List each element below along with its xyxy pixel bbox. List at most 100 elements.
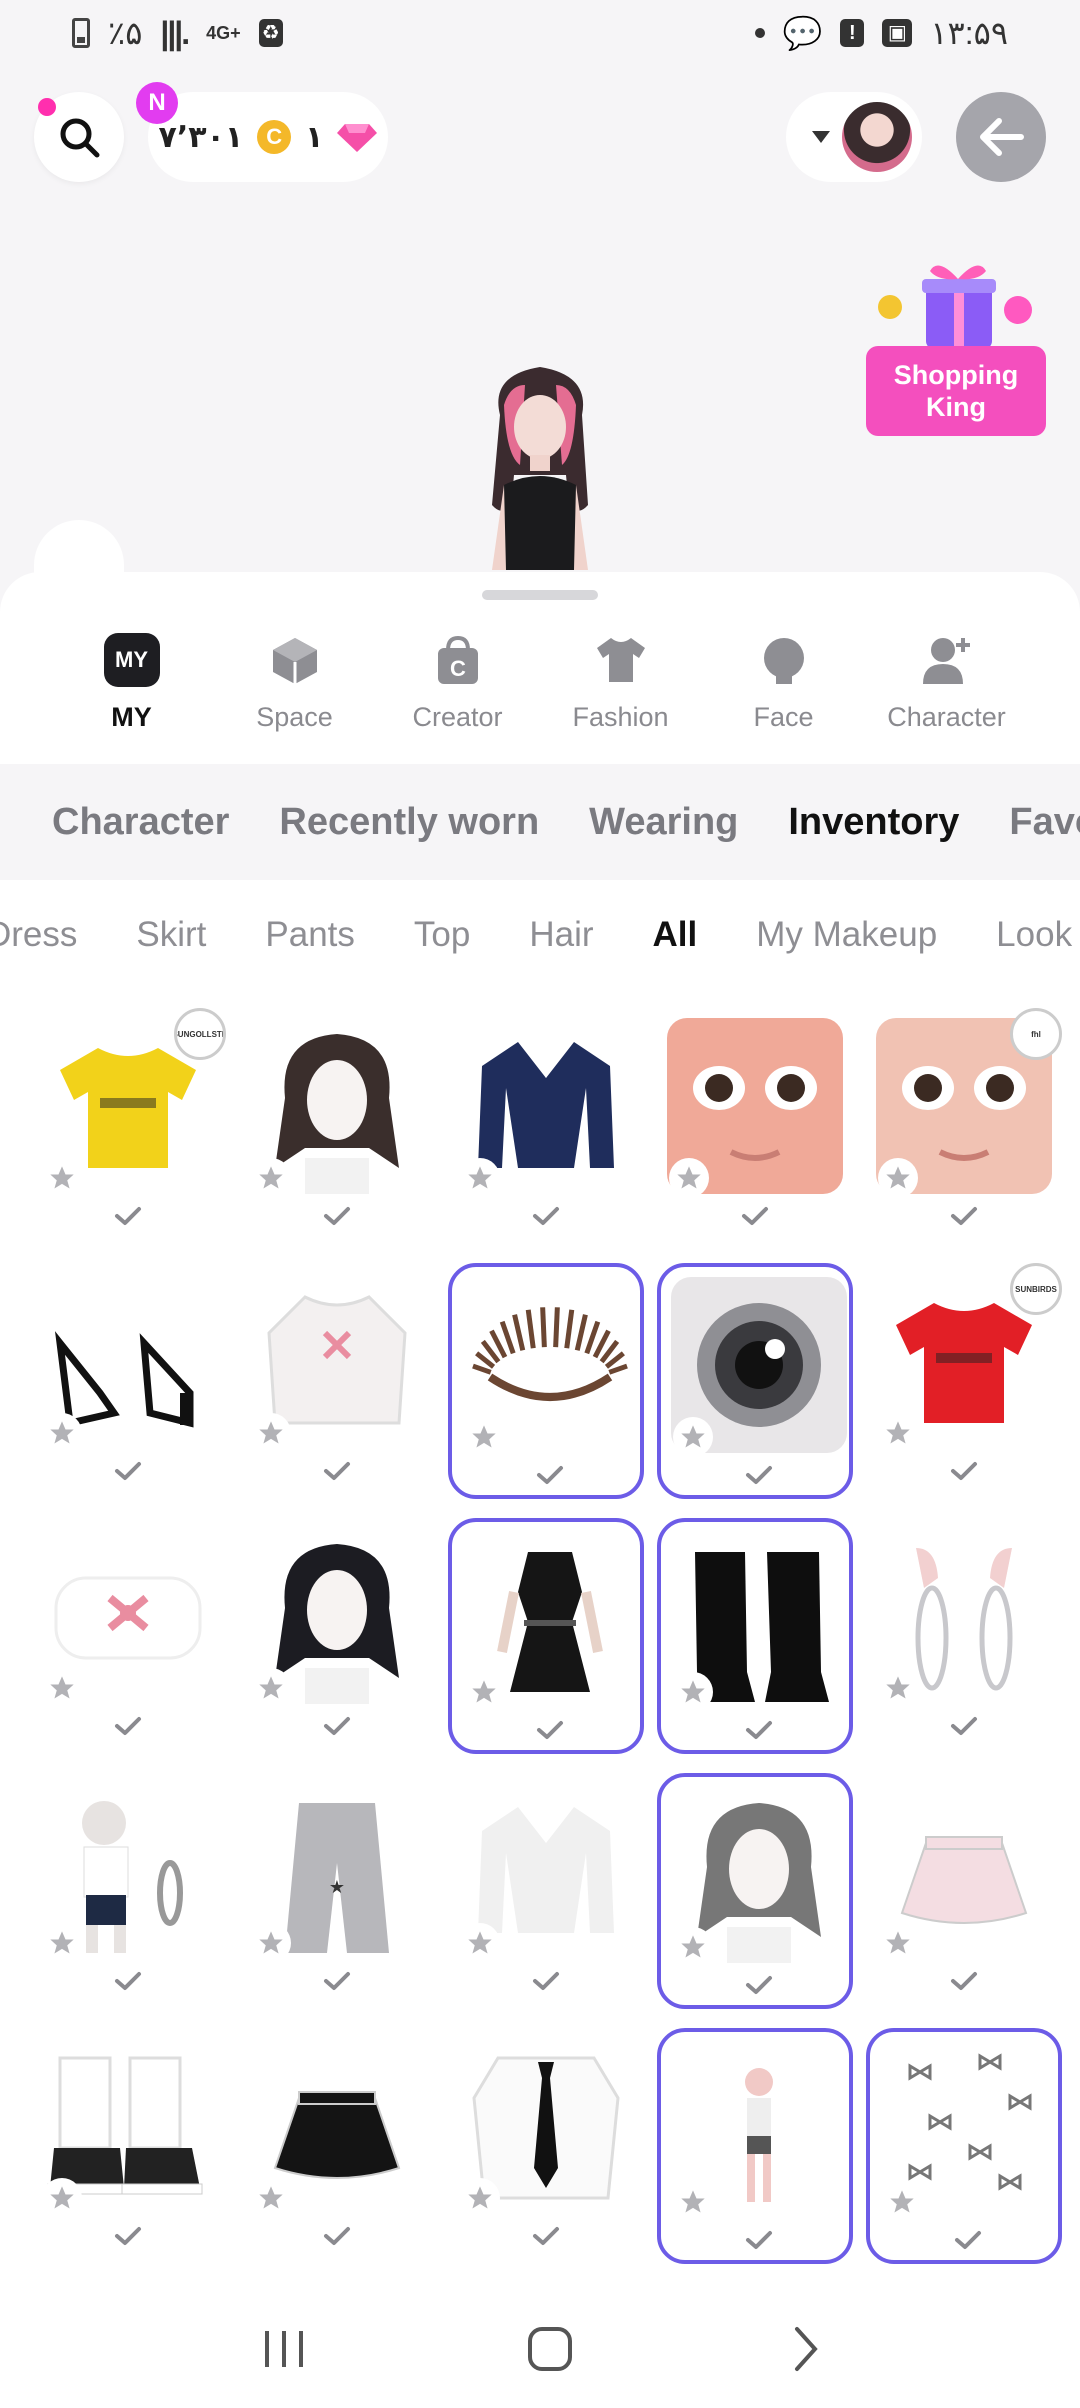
category-top[interactable]: Top	[414, 915, 470, 955]
favorite-star-icon[interactable]	[251, 1158, 291, 1198]
favorite-star-icon[interactable]	[878, 1413, 918, 1453]
checkmark-icon	[323, 1206, 351, 1226]
category-pants[interactable]: Pants	[265, 915, 355, 955]
search-button[interactable]	[34, 92, 124, 182]
favorite-star-icon[interactable]	[669, 1158, 709, 1198]
item-tile[interactable]	[657, 2028, 853, 2264]
cube-icon	[267, 632, 323, 688]
home-icon[interactable]	[526, 2325, 574, 2373]
sheet-handle[interactable]	[482, 590, 598, 600]
person-plus-icon	[919, 632, 975, 688]
favorite-star-icon[interactable]	[460, 1923, 500, 1963]
tab-wearing[interactable]: Wearing	[589, 801, 738, 844]
network-type: 4G+	[206, 23, 241, 43]
arrow-left-icon	[980, 118, 1024, 156]
favorite-star-icon[interactable]	[673, 1927, 713, 1967]
tab-recently-worn[interactable]: Recently worn	[279, 801, 539, 844]
favorite-star-icon[interactable]	[882, 2182, 922, 2222]
avatar-switcher[interactable]	[786, 92, 922, 182]
checkmark-icon	[950, 1971, 978, 1991]
item-tile[interactable]	[448, 1773, 644, 2009]
category-hair[interactable]: Hair	[529, 915, 593, 955]
tab-favorit[interactable]: Favorit	[1009, 801, 1080, 844]
favorite-star-icon[interactable]	[251, 2178, 291, 2218]
nav-item-face[interactable]: Face	[702, 632, 865, 762]
favorite-star-icon[interactable]	[42, 1158, 82, 1198]
nav-label: Creator	[412, 702, 503, 732]
main-nav: MY MY Space C Creator Fashion Face Character	[0, 632, 1080, 762]
item-tile[interactable]	[657, 1773, 853, 2009]
item-tile[interactable]	[30, 2028, 226, 2264]
item-tile[interactable]	[657, 1518, 853, 1754]
item-tile[interactable]	[866, 1518, 1062, 1754]
favorite-star-icon[interactable]	[460, 1158, 500, 1198]
item-tile[interactable]	[30, 1263, 226, 1499]
character-preview[interactable]	[470, 355, 610, 570]
category-all[interactable]: All	[653, 915, 698, 955]
favorite-star-icon[interactable]	[673, 1672, 713, 1712]
nav-item-creator[interactable]: C Creator	[376, 632, 539, 762]
recent-apps-icon[interactable]	[259, 2327, 309, 2371]
item-tile[interactable]: fhl	[866, 1008, 1062, 1244]
favorite-star-icon[interactable]	[42, 1413, 82, 1453]
favorite-star-icon[interactable]	[464, 1417, 504, 1457]
category-look[interactable]: Look	[996, 915, 1072, 955]
shopping-king-button[interactable]: Shopping King	[866, 346, 1046, 436]
checkmark-icon	[532, 1206, 560, 1226]
item-tile[interactable]	[30, 1773, 226, 2009]
item-tile[interactable]	[239, 1008, 435, 1244]
nav-item-my[interactable]: MY MY	[50, 632, 213, 762]
favorite-star-icon[interactable]	[464, 1672, 504, 1712]
category-my-makeup[interactable]: My Makeup	[756, 915, 937, 955]
item-tile[interactable]: SUNGOLLSTH	[30, 1008, 226, 1244]
item-tile[interactable]	[239, 1263, 435, 1499]
favorite-star-icon[interactable]	[878, 1923, 918, 1963]
favorite-star-icon[interactable]	[42, 1668, 82, 1708]
item-tile[interactable]	[866, 1773, 1062, 2009]
bag-c-icon: C	[430, 632, 486, 688]
item-tile[interactable]	[239, 2028, 435, 2264]
back-chevron-icon[interactable]	[791, 2325, 821, 2373]
collapse-handle[interactable]	[34, 520, 124, 580]
tab-inventory[interactable]: Inventory	[788, 801, 959, 844]
favorite-star-icon[interactable]	[251, 1923, 291, 1963]
favorite-star-icon[interactable]	[251, 1413, 291, 1453]
chevron-down-icon	[812, 131, 830, 143]
item-tile[interactable]	[239, 1518, 435, 1754]
favorite-star-icon[interactable]	[673, 2182, 713, 2222]
favorite-star-icon[interactable]	[878, 1158, 918, 1198]
head-icon	[756, 632, 812, 688]
category-skirt[interactable]: Skirt	[136, 915, 206, 955]
item-tile[interactable]	[866, 2028, 1062, 2264]
back-button[interactable]	[956, 92, 1046, 182]
item-tile[interactable]	[30, 1518, 226, 1754]
battery-icon	[72, 18, 90, 48]
item-tile[interactable]	[657, 1008, 853, 1244]
item-tile[interactable]	[448, 1263, 644, 1499]
checkmark-icon	[536, 1465, 564, 1485]
nav-item-character[interactable]: Character	[865, 632, 1028, 762]
favorite-star-icon[interactable]	[42, 2178, 82, 2218]
item-tile[interactable]	[448, 1518, 644, 1754]
nav-item-fashion[interactable]: Fashion	[539, 632, 702, 762]
checkmark-icon	[114, 2226, 142, 2246]
checkmark-icon	[323, 1971, 351, 1991]
favorite-star-icon[interactable]	[251, 1668, 291, 1708]
favorite-star-icon[interactable]	[42, 1923, 82, 1963]
category-dress[interactable]: Dress	[0, 915, 77, 955]
checkmark-icon	[323, 2226, 351, 2246]
item-tile[interactable]	[448, 2028, 644, 2264]
tab-character[interactable]: Character	[52, 801, 229, 844]
favorite-star-icon[interactable]	[673, 1417, 713, 1457]
currency-pill[interactable]: ۷٬۳۰۱ C ۱	[148, 92, 388, 182]
status-bar: ٪۵ |||. 4G+ ♻ 💬 ! ▣ ۱۳:۵۹	[0, 0, 1080, 66]
favorite-star-icon[interactable]	[878, 1668, 918, 1708]
nav-item-space[interactable]: Space	[213, 632, 376, 762]
item-tile[interactable]: ★	[239, 1773, 435, 2009]
item-tile[interactable]	[657, 1263, 853, 1499]
gift-box-icon[interactable]	[868, 255, 1048, 355]
item-tile[interactable]: SUNBIRDS	[866, 1263, 1062, 1499]
favorite-star-icon[interactable]	[460, 2178, 500, 2218]
item-tile[interactable]	[448, 1008, 644, 1244]
nav-label: Face	[753, 702, 814, 732]
